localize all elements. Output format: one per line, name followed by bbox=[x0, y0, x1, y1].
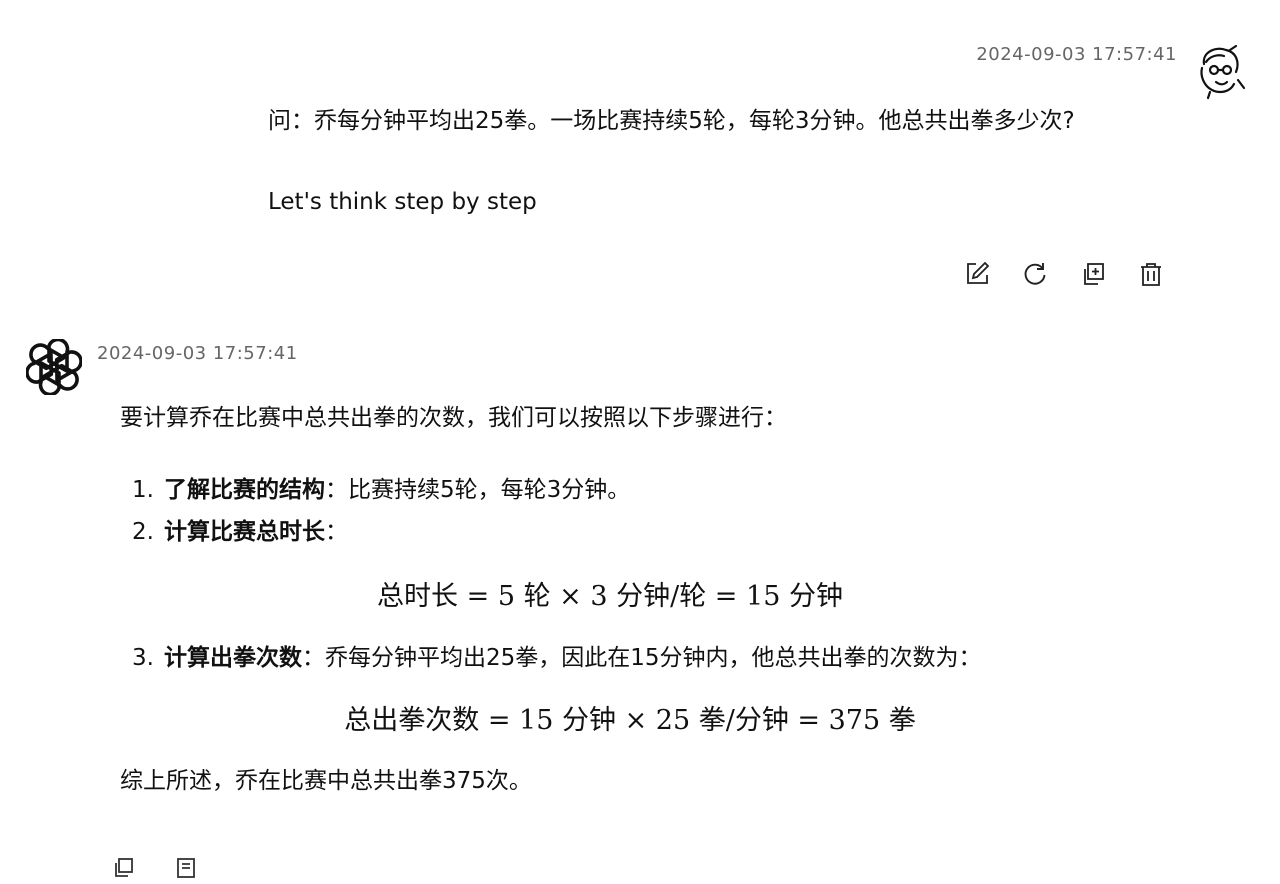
step-number: 3. bbox=[132, 645, 154, 671]
step-text: ：比赛持续5轮，每轮3分钟。 bbox=[325, 477, 631, 503]
assistant-intro-text: 要计算乔在比赛中总共出拳的次数，我们可以按照以下步骤进行： bbox=[120, 405, 787, 431]
assistant-message-actions bbox=[112, 856, 198, 880]
step-text: ： bbox=[325, 519, 348, 545]
assistant-message-body: 要计算乔在比赛中总共出拳的次数，我们可以按照以下步骤进行： 1. 了解比赛的结构… bbox=[120, 402, 1140, 797]
steps-list: 1. 了解比赛的结构：比赛持续5轮，每轮3分钟。 2. 计算比赛总时长： bbox=[120, 474, 1140, 548]
more-icon[interactable] bbox=[174, 856, 198, 880]
copy-icon[interactable] bbox=[112, 856, 136, 880]
assistant-conclusion-text: 综上所述，乔在比赛中总共出拳375次。 bbox=[120, 768, 532, 794]
openai-logo-icon bbox=[25, 337, 83, 397]
list-item: 2. 计算比赛总时长： bbox=[120, 516, 1140, 548]
step-number: 1. bbox=[132, 477, 154, 503]
user-prompt-suffix: Let's think step by step bbox=[268, 189, 537, 215]
step-title: 了解比赛的结构 bbox=[164, 477, 325, 503]
step-number: 2. bbox=[132, 519, 154, 545]
formula-total-duration: 总时长 = 5 轮 × 3 分钟/轮 = 15 分钟 bbox=[377, 581, 843, 612]
list-item: 3. 计算出拳次数：乔每分钟平均出25拳，因此在15分钟内，他总共出拳的次数为： bbox=[120, 642, 1140, 674]
assistant-message-timestamp: 2024-09-03 17:57:41 bbox=[97, 343, 298, 364]
user-message-timestamp: 2024-09-03 17:57:41 bbox=[976, 44, 1177, 65]
copy-icon[interactable] bbox=[1080, 261, 1106, 287]
user-message-actions bbox=[964, 261, 1164, 287]
step-title: 计算比赛总时长 bbox=[164, 519, 325, 545]
step-text: ：乔每分钟平均出25拳，因此在15分钟内，他总共出拳的次数为： bbox=[302, 645, 982, 671]
user-avatar-icon bbox=[1190, 42, 1248, 100]
step-title: 计算出拳次数 bbox=[164, 645, 302, 671]
user-question-text: 问：乔每分钟平均出25拳。一场比赛持续5轮，每轮3分钟。他总共出拳多少次? bbox=[268, 108, 1075, 134]
regenerate-icon[interactable] bbox=[1022, 261, 1048, 287]
steps-list: 3. 计算出拳次数：乔每分钟平均出25拳，因此在15分钟内，他总共出拳的次数为： bbox=[120, 642, 1140, 674]
edit-icon[interactable] bbox=[964, 261, 990, 287]
list-item: 1. 了解比赛的结构：比赛持续5轮，每轮3分钟。 bbox=[120, 474, 1140, 506]
delete-icon[interactable] bbox=[1138, 261, 1164, 287]
formula-total-punches: 总出拳次数 = 15 分钟 × 25 拳/分钟 = 375 拳 bbox=[344, 705, 916, 736]
